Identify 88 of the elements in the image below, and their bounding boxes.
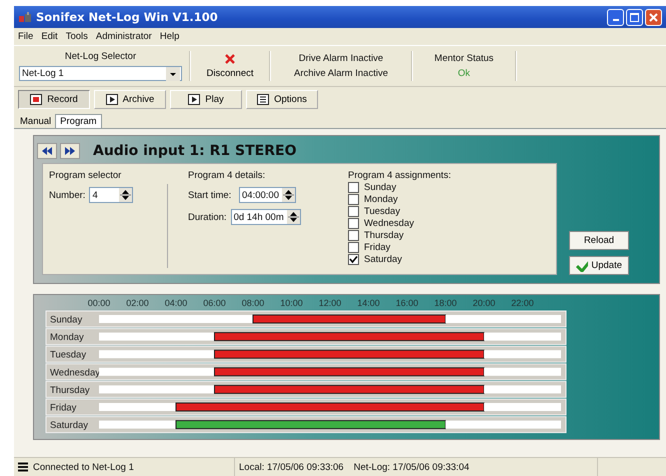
checkmark-icon [349,255,358,264]
drive-alarm-status: Drive Alarm Inactive [298,53,384,64]
update-button[interactable]: Update [569,256,629,275]
menu-item[interactable]: File [18,31,34,42]
audio-input-title: Audio input 1: R1 STEREO [93,143,296,159]
maximize-button[interactable] [626,8,643,26]
day-checkbox-option[interactable]: Wednesday [348,218,451,229]
mode-tab[interactable]: Options [246,90,318,109]
local-time: Local: 17/05/06 09:33:06 [239,462,344,472]
cross-icon [224,53,236,65]
rewind-icon [42,147,52,155]
menu-item[interactable]: Edit [41,31,58,42]
group-heading: Program selector [49,170,122,181]
day-checkbox-option[interactable]: Friday [348,242,451,253]
mode-tab[interactable]: Record [18,90,90,109]
checkbox[interactable] [348,182,359,193]
checkmark-icon [576,259,588,272]
fast-forward-icon [65,147,75,155]
day-label: Wednesday [50,367,100,378]
field-label: Duration: [188,212,227,222]
day-label: Tuesday [50,350,86,361]
day-label: Monday [50,332,84,344]
day-label: Friday [50,402,76,414]
checkbox[interactable] [348,242,359,253]
checkbox[interactable] [348,194,359,205]
checkbox[interactable] [348,230,359,241]
minimize-icon [612,18,618,20]
next-button[interactable] [60,143,80,159]
close-icon [649,12,658,22]
time-axis-label: 16:00 [396,298,418,308]
mode-tab[interactable]: Archive [94,90,166,109]
play-icon [188,94,200,105]
menu-item[interactable]: Tools [66,31,88,42]
checkbox[interactable] [348,218,359,229]
day-checkbox-option[interactable]: Thursday [348,230,451,241]
net-log-time: Net-Log: 17/05/06 09:33:04 [354,462,470,472]
options-icon [257,94,270,105]
day-checkbox-option[interactable]: Monday [348,194,451,205]
connection-icon [18,462,28,472]
time-axis-label: 02:00 [126,298,149,308]
spin-arrows-icon [286,210,300,224]
reload-button[interactable]: Reload [569,231,629,250]
duration-spinner[interactable]: 0d 14h 00m [230,209,301,225]
time-axis-label: 00:00 [88,298,110,308]
start-time-spinner[interactable]: 04:00:00 [239,187,296,203]
close-button[interactable] [645,8,662,26]
day-label: Saturday [50,420,88,432]
checkbox[interactable] [348,254,359,265]
menu-item[interactable]: Administrator [96,31,152,42]
time-axis-label: 10:00 [280,298,303,308]
time-axis-label: 20:00 [472,298,496,308]
net-log-dropdown[interactable]: Net-Log 1 [19,66,182,81]
archive-alarm-status: Archive Alarm Inactive [294,68,388,79]
window-title: Sonifex Net-Log Win V1.100 [36,10,218,24]
record-icon [30,94,42,105]
field-label: Number: [49,190,86,200]
day-checkbox-option[interactable]: Sunday [348,182,451,193]
number-spinner[interactable]: 4 [89,187,134,203]
mentor-status-value: Ok [458,68,470,79]
time-axis-label: 22:00 [511,298,534,308]
time-axis-label: 14:00 [357,298,380,308]
selector-label: Net-Log Selector [64,51,136,62]
day-label: Thursday [50,384,90,396]
menu-item[interactable]: Help [160,31,180,42]
day-checkbox-option[interactable]: Tuesday [348,206,451,217]
maximize-icon [630,12,639,22]
group-heading: Program 4 assignments: [348,170,451,181]
disconnect-button[interactable]: Disconnect [197,53,263,79]
spin-arrows-icon [282,188,295,202]
spin-arrows-icon [119,188,132,202]
play-icon [106,94,118,105]
time-axis-label: 08:00 [242,298,264,308]
connection-status: Connected to Net-Log 1 [33,462,134,472]
mode-tab[interactable]: Play [170,90,242,109]
app-icon [18,11,32,23]
time-axis-label: 12:00 [318,298,342,308]
time-axis-label: 04:00 [164,298,188,308]
minimize-button[interactable] [607,8,624,26]
field-label: Start time: [188,190,232,200]
mentor-status-label: Mentor Status [434,53,494,64]
time-axis-label: 06:00 [203,298,226,308]
previous-button[interactable] [37,143,57,159]
time-axis-label: 18:00 [434,298,457,308]
day-checkbox-option[interactable]: Saturday [348,254,451,265]
checkbox[interactable] [348,206,359,217]
day-label: Sunday [50,314,82,326]
sub-tab[interactable]: Program [55,114,102,128]
group-heading: Program 4 details: [188,170,266,181]
